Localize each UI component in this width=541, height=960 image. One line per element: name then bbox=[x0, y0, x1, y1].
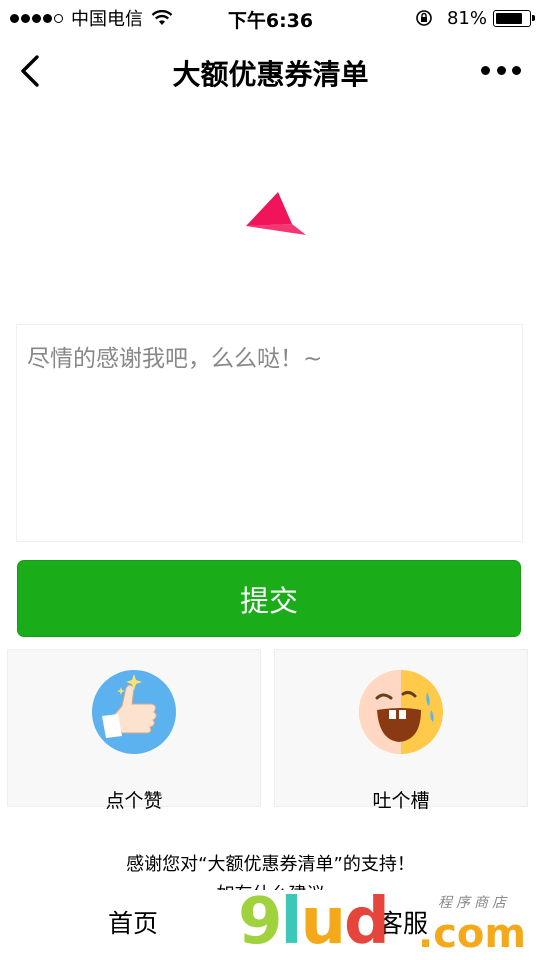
page-title: 大额优惠券清单 bbox=[172, 58, 369, 91]
more-dot bbox=[512, 65, 521, 75]
more-menu-button[interactable] bbox=[481, 62, 521, 78]
feedback-box bbox=[16, 324, 523, 542]
status-right: 81% bbox=[415, 6, 535, 30]
battery-fill bbox=[496, 12, 522, 24]
watermark-g: 9 bbox=[238, 885, 283, 959]
battery-icon bbox=[493, 9, 535, 27]
logo-tail bbox=[246, 224, 306, 235]
watermark-u: u bbox=[300, 885, 346, 959]
thumbs-up-icon bbox=[92, 670, 176, 754]
watermark-logo: 9lud bbox=[238, 890, 390, 954]
battery-percent: 81% bbox=[446, 7, 487, 29]
watermark-d: d bbox=[344, 885, 390, 959]
submit-button[interactable]: 提交 bbox=[17, 560, 521, 637]
watermark-tagline: 程序商店 bbox=[438, 895, 510, 911]
watermark-l: l bbox=[280, 885, 303, 959]
thanks-text: 感谢您对“大额优惠券清单”的支持！ bbox=[126, 854, 415, 875]
watermark: 9lud .com 程序商店 bbox=[238, 888, 538, 960]
like-card[interactable]: 点个赞 bbox=[7, 649, 261, 812]
like-label: 点个赞 bbox=[105, 790, 163, 812]
tab-home[interactable]: 首页 bbox=[108, 904, 158, 940]
logo-triangle bbox=[246, 192, 292, 226]
nav-bar: 大额优惠券清单 bbox=[0, 36, 541, 106]
status-bar: 中国电信 下午6:36 81% bbox=[0, 0, 541, 36]
watermark-domain: .com bbox=[418, 911, 527, 957]
more-dot bbox=[496, 65, 506, 75]
feedback-input[interactable] bbox=[17, 325, 522, 541]
laughing-face-icon bbox=[359, 670, 443, 754]
complain-label: 吐个槽 bbox=[372, 790, 430, 812]
app-logo bbox=[246, 192, 306, 235]
more-dot bbox=[481, 65, 490, 75]
rotation-lock-icon bbox=[416, 10, 432, 26]
complain-card[interactable]: 吐个槽 bbox=[274, 649, 528, 812]
